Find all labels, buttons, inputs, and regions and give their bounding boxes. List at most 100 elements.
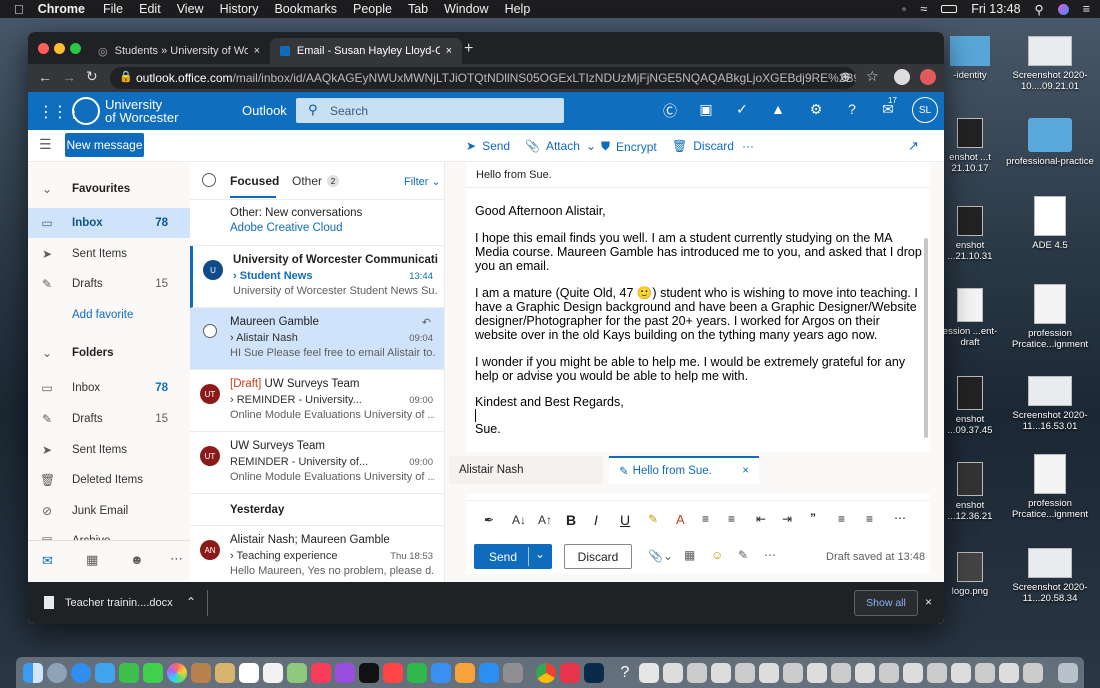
desktop-icon[interactable]: Screenshot 2020-11...16.53.01 [1004, 376, 1096, 432]
dock-thumb-icon[interactable] [687, 662, 707, 683]
battery-icon[interactable] [941, 5, 958, 13]
nav-item-inbox[interactable]: ▭ Inbox 78 [28, 208, 190, 238]
menu-view[interactable]: View [177, 2, 204, 16]
other-banner[interactable]: Other: New conversations Adobe Creative … [190, 200, 444, 246]
compose-tab-draft[interactable]: ✎ Hello from Sue. × [609, 456, 759, 484]
notification-center-icon[interactable]: ≡ [1083, 2, 1090, 16]
more-formatting-icon[interactable]: ⋯ [894, 511, 906, 525]
desktop-icon[interactable]: enshot ...09.37.45 [940, 376, 1000, 436]
grow-font-icon[interactable]: A↑ [538, 513, 552, 527]
select-all-icon[interactable] [202, 173, 216, 187]
photos-icon[interactable] [167, 662, 187, 683]
align-center-icon[interactable]: ≡ [866, 512, 873, 526]
url-field[interactable]: 🔒 outlook.office.com/mail/inbox/id/AAQkA… [110, 67, 856, 89]
dock-thumb-icon[interactable] [831, 662, 851, 683]
close-window-button[interactable] [38, 43, 49, 54]
dock-thumb-icon[interactable] [903, 662, 923, 683]
emoji-icon[interactable]: ☺ [711, 548, 723, 562]
bookmark-star-icon[interactable]: ☆ [866, 68, 879, 85]
office-icon[interactable]: ▣ [696, 101, 716, 121]
preview-icon[interactable] [639, 662, 659, 683]
dock-thumb-icon[interactable] [735, 662, 755, 683]
desktop-icon[interactable]: Screenshot 2020-10....09.21.01 [1004, 36, 1096, 92]
menu-history[interactable]: History [220, 2, 259, 16]
attach-command[interactable]: 📎 Attach ⌄ [525, 139, 596, 153]
desktop-icon[interactable]: enshot ...t 21.10.17 [940, 118, 1000, 174]
align-left-icon[interactable]: ≡ [838, 512, 845, 526]
tab-other[interactable]: Other [292, 174, 322, 188]
nav-item-drafts[interactable]: ✎ Drafts 15 [28, 269, 190, 299]
desktop-icon[interactable]: logo.png [940, 552, 1000, 597]
outlook-app-name[interactable]: Outlook [242, 103, 287, 118]
favourites-header[interactable]: ⌄ Favourites [28, 174, 190, 204]
dock-thumb-icon[interactable] [1023, 662, 1043, 683]
discard-command[interactable]: 🗑 Discard [672, 139, 734, 153]
back-icon[interactable]: ← [38, 69, 52, 85]
menubar-app-name[interactable]: Chrome [38, 2, 85, 16]
more-command[interactable]: ··· [742, 139, 754, 153]
menu-bookmarks[interactable]: Bookmarks [274, 2, 337, 16]
close-tab-icon[interactable]: × [446, 45, 452, 57]
dock-thumb-icon[interactable] [663, 662, 683, 683]
folder-deleted[interactable]: 🗑 Deleted Items [28, 465, 190, 495]
bell-icon[interactable]: ▲ [768, 101, 788, 121]
mail-dock-icon[interactable] [95, 662, 115, 683]
dock-thumb-icon[interactable] [759, 662, 779, 683]
desktop-icon[interactable]: enshot ...21.10.31 [940, 206, 1000, 262]
folder-drafts[interactable]: ✎ Drafts 15 [28, 404, 190, 434]
menu-file[interactable]: File [103, 2, 123, 16]
profile-icon[interactable] [894, 69, 910, 85]
dock-thumb-icon[interactable] [807, 662, 827, 683]
numbers-icon[interactable] [407, 662, 427, 683]
message-item[interactable]: U University of Worcester Communicatio..… [190, 246, 444, 308]
trash-dock-icon[interactable] [1058, 662, 1078, 683]
format-painter-icon[interactable]: ✒ [484, 513, 494, 527]
dock-thumb-icon[interactable] [711, 662, 731, 683]
close-icon[interactable]: × [742, 465, 749, 477]
news-icon[interactable] [383, 662, 403, 683]
help-icon[interactable]: ? [842, 101, 862, 121]
menu-people[interactable]: People [353, 2, 392, 16]
desktop-icon[interactable]: ession ...ent-draft [940, 288, 1000, 348]
pages-icon[interactable] [455, 662, 475, 683]
new-message-button[interactable]: New message [65, 133, 144, 157]
decrease-indent-icon[interactable]: ⇤ [756, 512, 766, 526]
keynote-icon[interactable] [431, 662, 451, 683]
menu-help[interactable]: Help [505, 2, 531, 16]
hamburger-icon[interactable]: ☰ [39, 136, 52, 153]
dock-thumb-icon[interactable] [855, 662, 875, 683]
finder-icon[interactable] [23, 662, 43, 683]
dock-thumb-icon[interactable] [999, 662, 1019, 683]
university-logo[interactable]: University of Worcester [72, 95, 178, 127]
launchpad-icon[interactable] [47, 662, 67, 683]
filter-button[interactable]: Filter ⌄ [404, 175, 441, 188]
signature-icon[interactable]: ✎ [738, 548, 748, 562]
desktop-icon[interactable]: professional-practice [1004, 118, 1096, 167]
image-icon[interactable]: ▦ [684, 548, 695, 562]
folder-inbox[interactable]: ▭ Inbox 78 [28, 373, 190, 403]
message-item[interactable]: UT UW Surveys Team REMINDER - University… [190, 432, 444, 494]
folder-sent[interactable]: ➤ Sent Items [28, 435, 190, 465]
select-message-checkbox[interactable] [203, 324, 217, 338]
tv-icon[interactable] [359, 662, 379, 683]
message-item[interactable]: AN Alistair Nash; Maureen Gamble › Teach… [190, 526, 444, 582]
browser-tab-students[interactable]: ◎ Students » University of Worce × [88, 38, 270, 64]
new-tab-button[interactable]: + [464, 40, 473, 58]
desktop-icon[interactable]: profession Prcatice...ignment [1004, 284, 1096, 350]
add-favorite-link[interactable]: Add favorite [28, 300, 190, 330]
dock-thumb-icon[interactable] [879, 662, 899, 683]
add-tab-icon[interactable]: ⊕ [840, 69, 851, 85]
chevron-up-icon[interactable]: ⌃ [186, 595, 196, 609]
increase-indent-icon[interactable]: ⇥ [782, 512, 792, 526]
tab-focused[interactable]: Focused [230, 174, 279, 188]
dock-thumb-icon[interactable] [951, 662, 971, 683]
menubar-clock[interactable]: Fri 13:48 [971, 2, 1020, 16]
dock-thumb-icon[interactable] [975, 662, 995, 683]
numbering-icon[interactable]: ≡ [728, 512, 735, 526]
spotlight-icon[interactable]: ⚲ [1035, 2, 1044, 17]
compose-tab-alistair[interactable]: Alistair Nash [449, 456, 603, 484]
menu-edit[interactable]: Edit [139, 2, 161, 16]
show-all-button[interactable]: Show all [854, 590, 918, 616]
bold-icon[interactable]: B [566, 512, 576, 528]
font-color-icon[interactable]: A [676, 512, 685, 527]
